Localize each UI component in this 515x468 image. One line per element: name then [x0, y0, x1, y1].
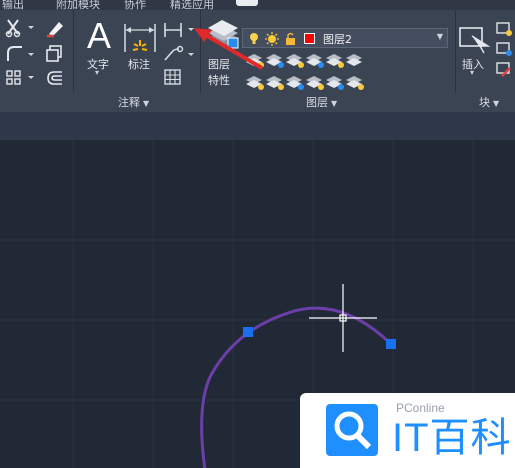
arc-grip-handle[interactable]: [243, 327, 253, 337]
chevron-down-icon[interactable]: ▾: [470, 68, 474, 77]
chevron-down-icon[interactable]: ▾: [95, 68, 99, 77]
array-icon[interactable]: [4, 68, 34, 88]
copy-icon[interactable]: [44, 43, 66, 63]
offset-icon[interactable]: [44, 68, 66, 88]
arc-grip-handle[interactable]: [386, 339, 396, 349]
menu-item-featured-apps[interactable]: 精选应用: [170, 0, 214, 10]
tab-indicator-icon[interactable]: [236, 0, 258, 6]
watermark-brand: PConline: [396, 401, 445, 415]
block-tools-icons[interactable]: [494, 20, 515, 90]
menu-bar: 输出 附加模块 协作 精选应用: [0, 0, 515, 10]
erase-icon[interactable]: [44, 18, 66, 38]
layer-dropdown[interactable]: 图层2 ▼: [242, 28, 448, 48]
dimension-tool-label[interactable]: 标注: [128, 56, 150, 72]
block-panel-title[interactable]: 块 ▼: [479, 94, 499, 110]
text-tool-icon[interactable]: A: [84, 16, 114, 56]
annotation-panel-title[interactable]: 注释 ▼: [118, 94, 149, 110]
layer-properties-label-line2[interactable]: 特性: [208, 72, 230, 88]
insert-block-icon[interactable]: [458, 22, 492, 54]
chevron-down-icon[interactable]: ▼: [437, 32, 443, 41]
layer-color-swatch[interactable]: [304, 33, 315, 44]
file-tab-bar: [0, 112, 515, 140]
table-icon[interactable]: [162, 67, 184, 87]
trim-icon[interactable]: [4, 18, 34, 38]
menu-item-output[interactable]: 输出: [2, 0, 24, 10]
layers-panel-title[interactable]: 图层 ▼: [306, 94, 337, 110]
red-arrow-annotation: [194, 28, 264, 70]
menu-item-collaborate[interactable]: 协作: [124, 0, 146, 10]
panel-title-bar: [0, 92, 515, 112]
pconline-watermark: PConline IT百科: [300, 393, 515, 468]
watermark-logo-text: IT百科: [392, 416, 512, 460]
menu-item-addons[interactable]: 附加模块: [56, 0, 100, 10]
dimension-icon[interactable]: [122, 20, 158, 56]
current-layer-name: 图层2: [323, 33, 352, 46]
crosshair-cursor-icon: [309, 284, 377, 352]
fillet-icon[interactable]: [4, 43, 34, 63]
search-logo-icon: [326, 404, 378, 456]
